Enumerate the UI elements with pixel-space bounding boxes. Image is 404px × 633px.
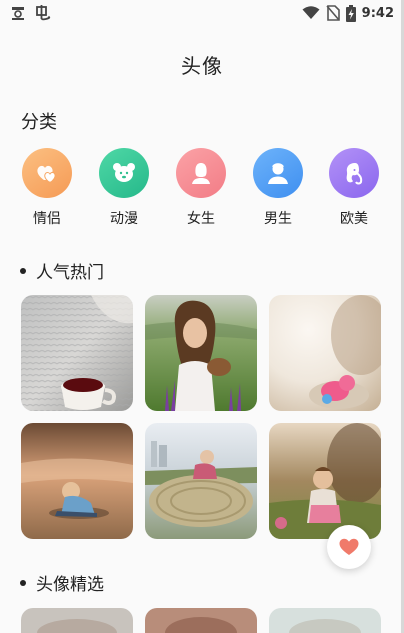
avatar-thumb-8[interactable] <box>145 608 257 633</box>
category-anime[interactable]: 动漫 <box>94 148 154 228</box>
avatar-thumb-6[interactable] <box>269 423 381 539</box>
category-label: 动漫 <box>110 211 138 227</box>
status-bar: 9:42 <box>0 0 404 26</box>
category-label: 女生 <box>187 211 215 227</box>
bullet-dot <box>20 267 26 274</box>
avatar-thumb-1[interactable] <box>21 295 133 411</box>
heart-icon <box>339 538 359 555</box>
app-screen: 9:42 头像 分类 情侣 动漫 女生 男生 欧美 人气热门 头像精选 <box>0 0 404 633</box>
girl-icon <box>176 148 226 198</box>
no-sim-icon <box>326 5 340 21</box>
page-title: 头像 <box>181 53 223 78</box>
couple-icon <box>22 148 72 198</box>
anime-icon <box>99 148 149 198</box>
avatar-thumb-5[interactable] <box>145 423 257 539</box>
app-notification-icon <box>10 5 26 21</box>
avatar-thumb-3[interactable] <box>269 295 381 411</box>
bug-notification-icon <box>34 5 52 21</box>
category-western[interactable]: 欧美 <box>324 148 384 228</box>
section-title: 人气热门 <box>36 263 104 283</box>
avatar-thumb-4[interactable] <box>21 423 133 539</box>
category-couple[interactable]: 情侣 <box>17 148 77 228</box>
status-right: 9:42 <box>302 4 394 22</box>
section-header-popular: 人气热门 <box>20 258 104 283</box>
avatar-thumb-9[interactable] <box>269 608 381 633</box>
favorite-button[interactable] <box>327 525 371 569</box>
avatar-thumb-7[interactable] <box>21 608 133 633</box>
category-girl[interactable]: 女生 <box>171 148 231 228</box>
status-left <box>10 5 52 21</box>
section-header-featured: 头像精选 <box>20 570 104 595</box>
section-title: 头像精选 <box>36 575 104 595</box>
category-label: 情侣 <box>33 211 61 227</box>
category-label: 男生 <box>264 211 292 227</box>
western-icon <box>329 148 379 198</box>
boy-icon <box>253 148 303 198</box>
category-row: 情侣 动漫 女生 男生 欧美 <box>0 148 404 234</box>
category-boy[interactable]: 男生 <box>248 148 308 228</box>
avatar-thumb-2[interactable] <box>145 295 257 411</box>
title-bar: 头像 <box>0 40 404 88</box>
wifi-icon <box>302 6 320 20</box>
battery-charging-icon <box>345 4 356 22</box>
category-heading: 分类 <box>21 112 57 133</box>
status-time: 9:42 <box>361 5 394 21</box>
category-label: 欧美 <box>340 211 368 227</box>
bullet-dot <box>20 579 26 586</box>
